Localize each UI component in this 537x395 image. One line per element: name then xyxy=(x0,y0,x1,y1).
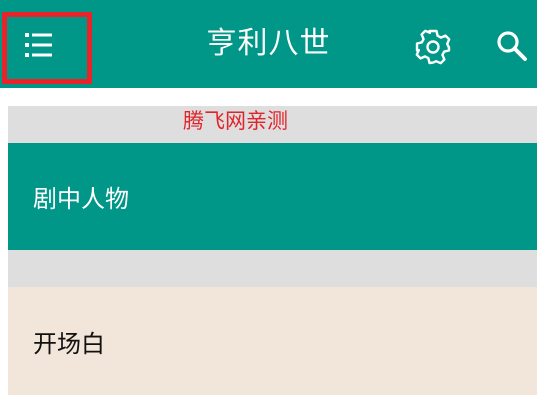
separator-strip xyxy=(8,250,537,287)
list-item-label: 开场白 xyxy=(33,329,105,358)
watermark-text: 腾飞网亲测 xyxy=(183,109,288,133)
list-item-label: 剧中人物 xyxy=(33,185,129,213)
search-button[interactable] xyxy=(494,28,530,64)
gear-icon xyxy=(415,29,451,65)
search-icon xyxy=(497,31,527,61)
list-item-characters[interactable]: 剧中人物 xyxy=(8,143,537,250)
menu-list-icon xyxy=(25,33,52,57)
list-item-opening[interactable]: 开场白 xyxy=(8,287,537,395)
app-bar: 亨利八世 xyxy=(0,0,537,88)
menu-button[interactable] xyxy=(22,29,56,61)
settings-button[interactable] xyxy=(412,26,454,68)
content-list: 腾飞网亲测 剧中人物 开场白 xyxy=(8,106,537,395)
